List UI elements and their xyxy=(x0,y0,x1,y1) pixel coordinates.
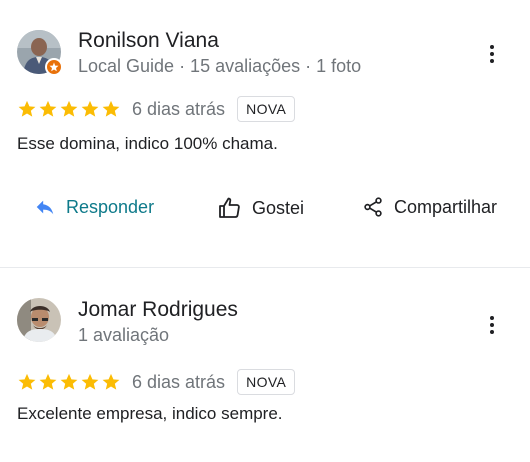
more-vert-icon xyxy=(490,45,494,49)
star-icon xyxy=(18,100,36,117)
share-button[interactable]: Compartilhar xyxy=(362,196,497,218)
star-rating xyxy=(17,99,121,119)
rating-row: 6 dias atrás NOVA xyxy=(17,369,296,395)
new-badge: NOVA xyxy=(237,369,296,395)
thumb-up-icon xyxy=(219,197,240,218)
more-options-button[interactable] xyxy=(482,313,502,337)
star-icon xyxy=(102,373,120,390)
star-icon xyxy=(81,100,99,117)
reviewer-meta: 1 avaliação xyxy=(78,325,170,345)
share-label: Compartilhar xyxy=(394,196,498,217)
review-date: 6 dias atrás xyxy=(132,371,226,392)
review-actions: Responder Gostei Compartilhar xyxy=(0,196,530,228)
review-card: Ronilson Viana Local Guide · 15 avaliaçõ… xyxy=(0,0,530,268)
reply-button[interactable]: Responder xyxy=(34,196,154,218)
star-icon xyxy=(18,373,36,390)
review-text: Esse domina, indico 100% chama. xyxy=(17,134,278,153)
avatar[interactable] xyxy=(17,30,63,76)
star-rating xyxy=(17,372,121,392)
share-icon xyxy=(364,197,382,217)
star-icon xyxy=(102,100,120,117)
star-icon xyxy=(39,373,57,390)
avatar[interactable] xyxy=(17,298,61,342)
rating-row: 6 dias atrás NOVA xyxy=(17,96,296,122)
star-icon xyxy=(39,100,57,117)
like-label: Gostei xyxy=(252,197,305,218)
local-guide-badge-icon xyxy=(45,58,63,76)
new-badge: NOVA xyxy=(237,96,296,122)
review-date: 6 dias atrás xyxy=(132,98,226,119)
reviewer-name[interactable]: Jomar Rodrigues xyxy=(78,298,238,322)
avatar-photo xyxy=(17,298,61,342)
star-icon xyxy=(60,373,78,390)
star-icon xyxy=(60,100,78,117)
star-icon xyxy=(81,373,99,390)
review-card: Jomar Rodrigues 1 avaliação 6 dias atrás… xyxy=(0,268,530,462)
review-text: Excelente empresa, indico sempre. xyxy=(17,404,283,423)
more-vert-icon xyxy=(490,316,494,320)
reply-label: Responder xyxy=(66,196,155,217)
more-options-button[interactable] xyxy=(482,42,502,66)
reviewer-name[interactable]: Ronilson Viana xyxy=(78,29,219,53)
reviewer-meta: Local Guide · 15 avaliações · 1 foto xyxy=(78,56,362,76)
reply-icon xyxy=(36,200,54,215)
like-button[interactable]: Gostei xyxy=(218,196,304,220)
